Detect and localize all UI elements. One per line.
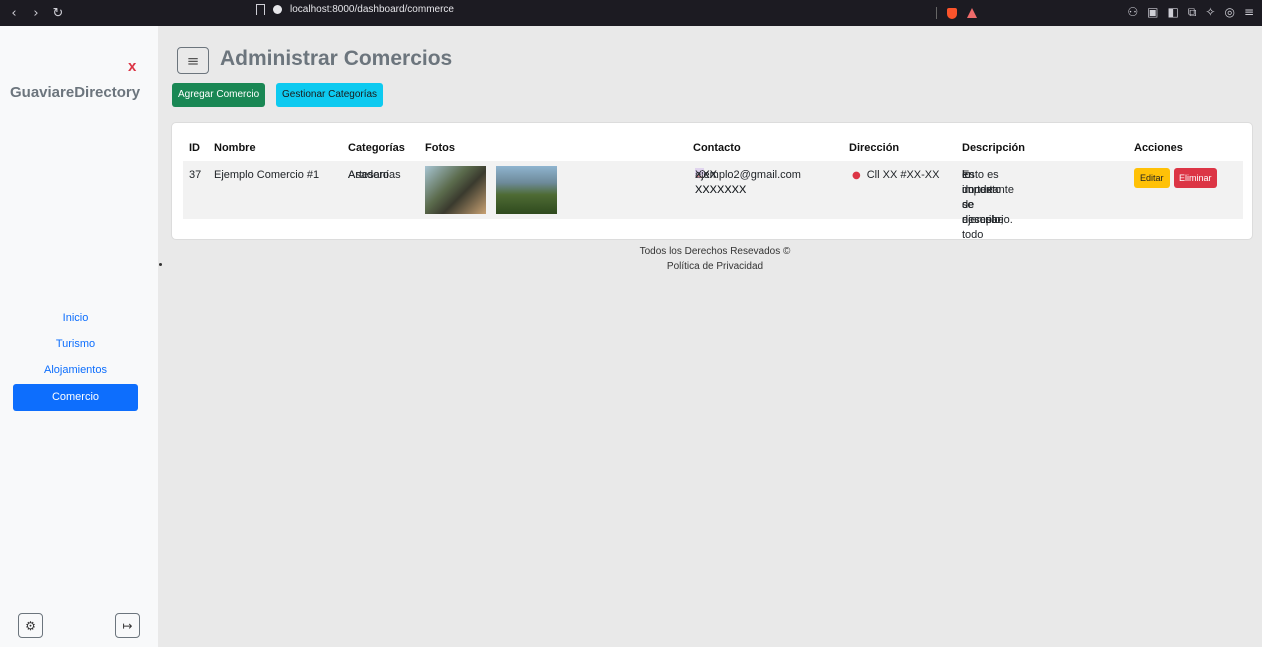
resize-handle[interactable] xyxy=(159,263,162,266)
col-address: Dirección xyxy=(849,142,900,154)
browser-toolbar: ‹ › ↻ localhost:8000/dashboard/commerce … xyxy=(0,0,1262,26)
forward-icon[interactable]: › xyxy=(30,6,42,21)
footer: Todos los Derechos Resevados © Política … xyxy=(560,244,870,274)
brand-logo-text: GuaviareDirectory xyxy=(10,84,141,101)
col-actions: Acciones xyxy=(1134,142,1183,154)
contact-whatsapp: XXX XXXXXXX xyxy=(695,169,747,196)
privacy-link[interactable]: Política de Privacidad xyxy=(560,259,870,274)
leo-icon[interactable]: ✧ xyxy=(1205,5,1215,20)
reload-icon[interactable]: ↻ xyxy=(52,6,64,21)
address-bar[interactable]: localhost:8000/dashboard/commerce xyxy=(256,4,454,15)
row-id: 37 xyxy=(189,169,202,181)
url-text[interactable]: localhost:8000/dashboard/commerce xyxy=(290,4,454,15)
menu-icon[interactable]: ≡ xyxy=(1244,5,1254,20)
sidebar-item-comercio[interactable]: Comercio xyxy=(13,384,138,411)
hamburger-icon: ≡ xyxy=(186,51,200,70)
divider xyxy=(936,7,937,19)
tabs-icon[interactable]: ⧉ xyxy=(1188,5,1197,20)
delete-button[interactable]: Eliminar xyxy=(1174,168,1217,188)
sidebar-item-alojamientos[interactable]: Alojamientos xyxy=(13,358,138,383)
row-address: ● Cll XX #XX-XX xyxy=(852,168,939,183)
col-photos: Fotos xyxy=(425,142,455,154)
copyright-text: Todos los Derechos Resevados © xyxy=(639,246,791,257)
commerce-photo[interactable] xyxy=(425,166,486,214)
location-pin-icon: ● xyxy=(852,170,861,181)
col-description: Descripción xyxy=(962,142,1025,154)
logout-icon: ↦ xyxy=(122,618,133,633)
sidebar-item-turismo[interactable]: Turismo xyxy=(13,332,138,357)
description-line: lo importante o necesario. xyxy=(962,169,1014,226)
edit-button[interactable]: Editar xyxy=(1134,168,1170,188)
vpn-icon[interactable]: ◎ xyxy=(1224,5,1234,20)
page-title: Administrar Comercios xyxy=(220,47,453,70)
row-name: Ejemplo Comercio #1 xyxy=(214,169,320,181)
col-id: ID xyxy=(189,142,200,154)
add-commerce-button[interactable]: Agregar Comercio xyxy=(172,83,266,107)
sidebar-nav: Inicio Turismo Alojamientos Comercio xyxy=(13,306,138,412)
sidebar-toggle-icon[interactable]: ◧ xyxy=(1167,5,1178,20)
category-tag: Asadero xyxy=(348,169,389,181)
brave-shields-icon[interactable] xyxy=(947,7,957,19)
table-row: 37 Ejemplo Comercio #1 Artesanías Asader… xyxy=(183,161,1243,241)
bookmark-icon[interactable] xyxy=(256,4,265,15)
manage-categories-button[interactable]: Gestionar Categorías xyxy=(276,83,384,107)
extensions-icon[interactable]: ⚇ xyxy=(1127,5,1138,20)
settings-button[interactable]: ⚙ xyxy=(18,613,43,638)
sidebar: x GuaviareDirectory Inicio Turismo Aloja… xyxy=(0,26,158,647)
back-icon[interactable]: ‹ xyxy=(8,6,20,21)
address-text: Cll XX #XX-XX xyxy=(866,169,940,181)
close-sidebar-icon[interactable]: x xyxy=(128,58,136,75)
col-contact: Contacto xyxy=(693,142,741,154)
sidebar-item-inicio[interactable]: Inicio xyxy=(13,306,138,331)
col-name: Nombre xyxy=(214,142,256,154)
commerce-photo[interactable] xyxy=(496,166,557,214)
commerce-table-card: ID Nombre Categorías Fotos Contacto Dire… xyxy=(171,122,1253,241)
wallet-icon[interactable]: ▣ xyxy=(1147,5,1158,20)
site-info-icon[interactable] xyxy=(273,5,282,14)
gear-icon: ⚙ xyxy=(25,618,36,633)
logout-button[interactable]: ↦ xyxy=(115,613,140,638)
col-categories: Categorías xyxy=(348,142,405,154)
brave-rewards-icon[interactable] xyxy=(967,8,977,18)
menu-toggle-button[interactable]: ≡ xyxy=(177,47,209,74)
